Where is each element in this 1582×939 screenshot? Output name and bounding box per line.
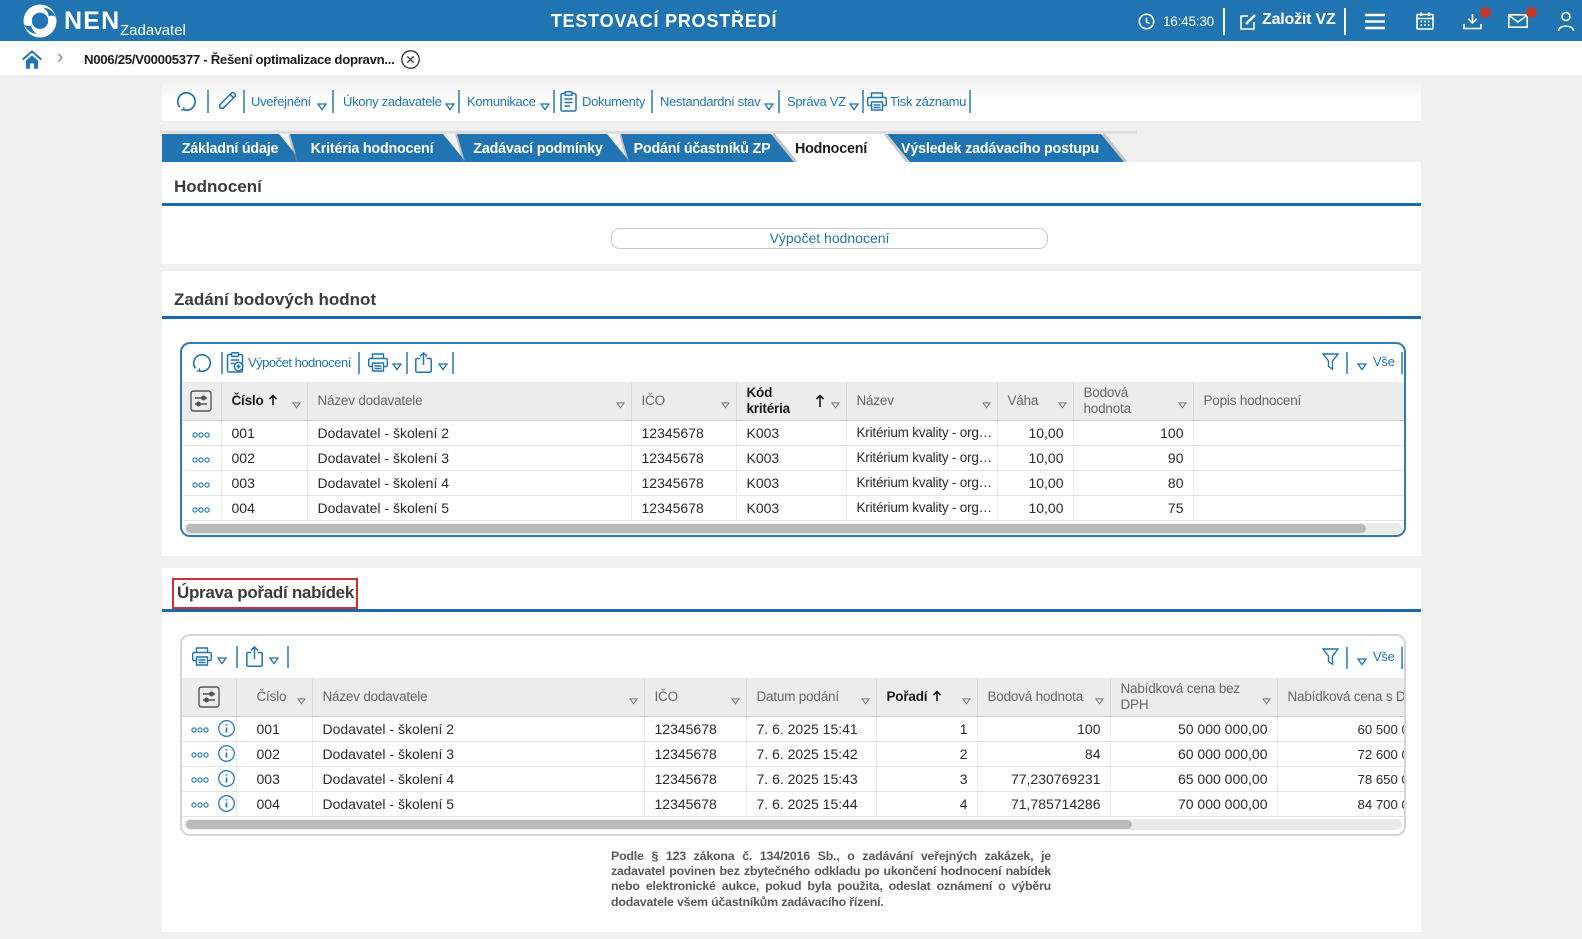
svg-text:Podání účastníků ZP: Podání účastníků ZP: [634, 141, 771, 157]
svg-text:Kritéria hodnocení: Kritéria hodnocení: [311, 141, 435, 157]
svg-text:Zadávací podmínky: Zadávací podmínky: [473, 141, 603, 157]
svg-text:Hodnocení: Hodnocení: [795, 141, 868, 157]
svg-text:Výsledek zadávacího postupu: Výsledek zadávacího postupu: [901, 141, 1099, 157]
svg-text:Základní údaje: Základní údaje: [182, 141, 279, 157]
